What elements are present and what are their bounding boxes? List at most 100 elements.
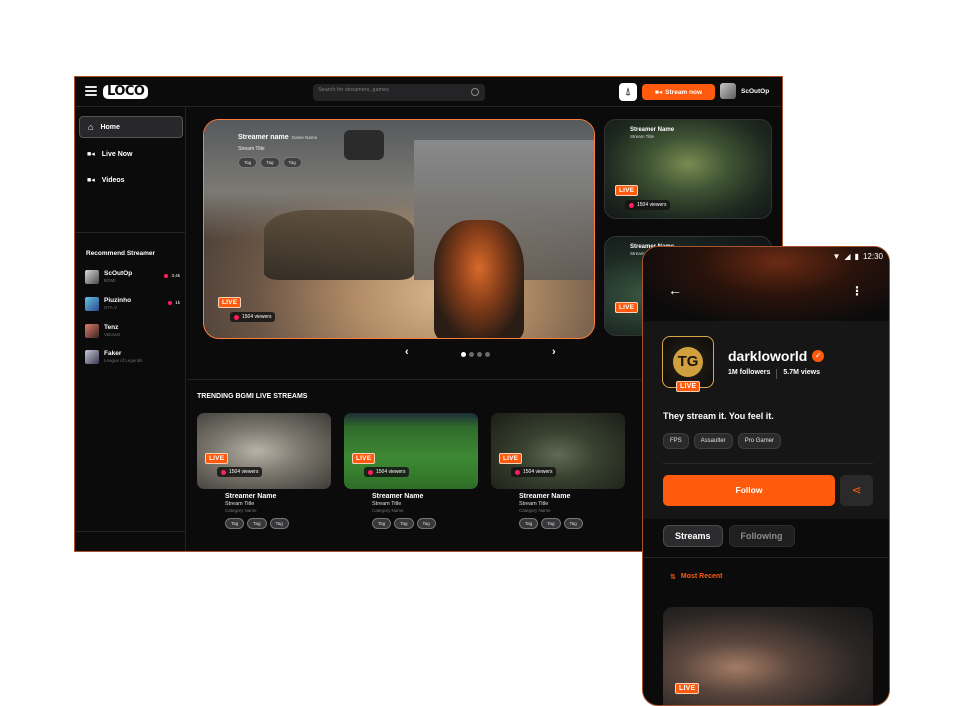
follow-button[interactable]: Follow [663,475,835,506]
mobile-app-screen: ▼ ◢ ▮ 12:30 ← ⋮ TG LIVE darkloworld ✓ 1M… [642,246,890,706]
live-dot-icon [164,273,169,278]
streamer-game: Valorant [104,332,121,337]
live-dot-icon [168,300,173,305]
carousel-dot[interactable] [469,352,474,357]
tab-streams[interactable]: Streams [663,525,723,547]
live-dot-icon [629,202,634,208]
share-icon[interactable]: ⋖ [840,475,873,506]
sidebar-item-live-now[interactable]: ■◂ Live Now [79,143,183,165]
live-badge: LIVE [352,453,376,464]
sort-dropdown[interactable]: ⇅ Most Recent [670,573,723,581]
tag-list: FPS Assaulter Pro Gamer [663,433,782,449]
tag[interactable]: Tag [260,157,280,168]
stream-thumbnail: LIVE 1504 viewers [344,413,478,489]
stream-now-button[interactable]: ■◂ Stream now [642,84,715,100]
hero-thumbnail-detail [434,220,524,338]
recommended-streamer[interactable]: Faker League of Legends [85,350,180,364]
user-profile[interactable]: ScOutOp [720,83,769,99]
tag[interactable]: Tag [269,518,289,529]
featured-stream[interactable]: Streamer name Game Name Stream Title Tag … [203,119,595,339]
app-store-icon[interactable]: ⍋ [619,83,637,101]
viewer-count: 3.4k [164,273,180,278]
tag[interactable]: Tag [541,518,561,529]
search-bar[interactable] [313,84,485,101]
recommend-title: Recommend Streamer [86,250,155,257]
carousel-dot[interactable] [461,352,466,357]
stream-card[interactable]: LIVE [663,607,873,705]
loco-logo[interactable]: LOCO [103,85,149,99]
sidebar-item-label: Live Now [101,150,133,158]
more-vertical-icon[interactable]: ⋮ [851,284,863,298]
avatar [720,83,736,99]
tag[interactable]: Tag [282,157,302,168]
chevron-left-icon[interactable]: ‹ [405,346,409,358]
streamer-name: Streamer Name [225,493,277,500]
live-dot-icon [234,314,239,320]
tag[interactable]: Tag [563,518,583,529]
viewer-count: 1k [168,300,180,305]
video-icon: ■◂ [87,177,95,184]
tag[interactable]: Pro Gamer [737,433,782,449]
tag[interactable]: Tag [416,518,436,529]
stream-thumbnail: LIVE 1504 viewers [491,413,625,489]
tag[interactable]: FPS [663,433,689,449]
live-badge: LIVE [499,453,523,464]
streamer-name: Streamer Name [519,493,571,500]
search-input[interactable] [318,87,458,93]
avatar [85,350,99,364]
carousel-dot[interactable] [477,352,482,357]
channel-avatar[interactable]: TG LIVE [662,336,714,392]
divider [663,463,873,464]
live-badge: LIVE [615,302,639,313]
battery-icon: ▮ [854,252,859,261]
tab-following[interactable]: Following [728,525,795,547]
live-badge: LIVE [676,381,701,392]
streamer-game: BGMI [104,278,116,283]
chevron-right-icon[interactable]: › [552,346,556,358]
live-badge: LIVE [615,185,639,196]
streamer-game: GTA V [104,305,117,310]
carousel-dot[interactable] [485,352,490,357]
game-name: Game Name [291,135,318,140]
recommended-streamer[interactable]: Piuzinho GTA V 1k [85,297,180,311]
streamer-name[interactable]: Streamer name Game Name [238,134,317,141]
signal-icon: ◢ [844,252,851,261]
back-arrow-icon[interactable]: ← [668,282,682,298]
live-badge: LIVE [675,683,700,694]
streamer-name: Tenz [104,324,119,331]
live-badge: LIVE [205,453,229,464]
sidebar-item-label: Home [100,123,120,131]
live-badge: LIVE [218,297,242,308]
tag[interactable]: Tag [372,518,392,529]
trending-stream-card[interactable]: LIVE 1504 viewers Streamer Name Stream T… [197,413,331,529]
stream-now-label: Stream now [665,88,703,96]
channel-tagline: They stream it. You feel it. [663,411,774,421]
search-icon[interactable] [471,88,479,96]
tag[interactable]: Tag [247,518,267,529]
tag[interactable]: Tag [238,157,258,168]
side-stream-card[interactable]: Streamer Name Stream Title LIVE 1504 vie… [604,119,772,219]
sort-label: Most Recent [680,573,723,580]
viewer-count: 1504 viewers [230,312,276,322]
tag[interactable]: Tag [394,518,414,529]
recommended-streamer[interactable]: ScOutOp BGMI 3.4k [85,270,180,284]
menu-icon[interactable] [85,86,97,96]
wifi-icon: ▼ [832,252,841,261]
tag[interactable]: Assaulter [693,433,733,449]
trending-stream-card[interactable]: LIVE 1504 viewers Streamer Name Stream T… [344,413,478,529]
sidebar-item-home[interactable]: ⌂ Home [79,116,183,138]
status-time: 12:30 [862,252,883,261]
card-meta: Streamer Name Stream Title [630,127,674,139]
views-count: 5.7M views [783,369,820,376]
carousel-dots [461,352,490,357]
sidebar: ⌂ Home ■◂ Live Now ■◂ Videos Recommend S… [75,107,186,551]
streamer-name: Piuzinho [104,297,132,304]
hero-thumbnail-detail [264,210,414,280]
recommended-streamer[interactable]: Tenz Valorant [85,324,180,338]
sidebar-item-videos[interactable]: ■◂ Videos [79,169,183,191]
tag-list: Tag Tag Tag [519,518,625,529]
tag[interactable]: Tag [519,518,539,529]
live-dot-icon [368,469,373,475]
trending-stream-card[interactable]: LIVE 1504 viewers Streamer Name Stream T… [491,413,625,529]
tag[interactable]: Tag [225,518,245,529]
